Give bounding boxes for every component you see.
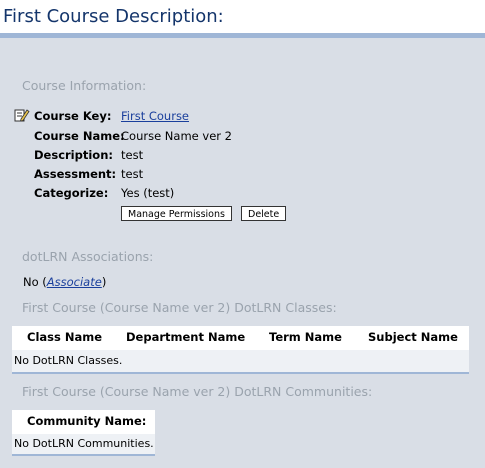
column-header-term-name: Term Name bbox=[269, 330, 342, 344]
course-information-heading: Course Information: bbox=[22, 78, 147, 93]
associate-link[interactable]: Associate bbox=[47, 275, 102, 289]
page-title: First Course Description: bbox=[3, 6, 224, 27]
column-header-class-name: Class Name bbox=[27, 330, 103, 344]
classes-heading: First Course (Course Name ver 2) DotLRN … bbox=[22, 300, 337, 315]
associations-status-prefix: No ( bbox=[23, 275, 47, 289]
description-value: test bbox=[121, 148, 144, 162]
communities-empty-row: No DotLRN Communities. bbox=[12, 434, 155, 454]
classes-empty-row: No DotLRN Classes. bbox=[12, 350, 469, 372]
delete-button[interactable]: Delete bbox=[241, 206, 287, 221]
course-key-link[interactable]: First Course bbox=[121, 109, 189, 123]
associations-heading: dotLRN Associations: bbox=[22, 249, 154, 264]
course-key-label: Course Key: bbox=[34, 109, 112, 123]
assessment-value: test bbox=[121, 167, 144, 181]
course-name-value: Course Name ver 2 bbox=[121, 129, 232, 143]
communities-table: Community Name: No DotLRN Communities. bbox=[12, 410, 155, 456]
classes-table: Class Name Department Name Term Name Sub… bbox=[12, 326, 469, 374]
communities-table-rule bbox=[12, 454, 155, 456]
associations-status: No (Associate) bbox=[23, 275, 106, 289]
edit-pencil-icon[interactable] bbox=[14, 107, 30, 123]
page-header: First Course Description: bbox=[0, 0, 485, 34]
column-header-community-name: Community Name: bbox=[27, 414, 147, 428]
column-header-subject-name: Subject Name bbox=[368, 330, 458, 344]
description-label: Description: bbox=[34, 148, 113, 162]
classes-table-rule bbox=[12, 372, 469, 374]
categorize-value: Yes (test) bbox=[121, 186, 175, 200]
assessment-label: Assessment: bbox=[34, 167, 117, 181]
communities-heading: First Course (Course Name ver 2) DotLRN … bbox=[22, 384, 373, 399]
course-name-label: Course Name: bbox=[34, 129, 125, 143]
associations-status-suffix: ) bbox=[101, 275, 107, 289]
manage-permissions-button[interactable]: Manage Permissions bbox=[121, 206, 232, 221]
categorize-label: Categorize: bbox=[34, 186, 109, 200]
column-header-department-name: Department Name bbox=[126, 330, 246, 344]
